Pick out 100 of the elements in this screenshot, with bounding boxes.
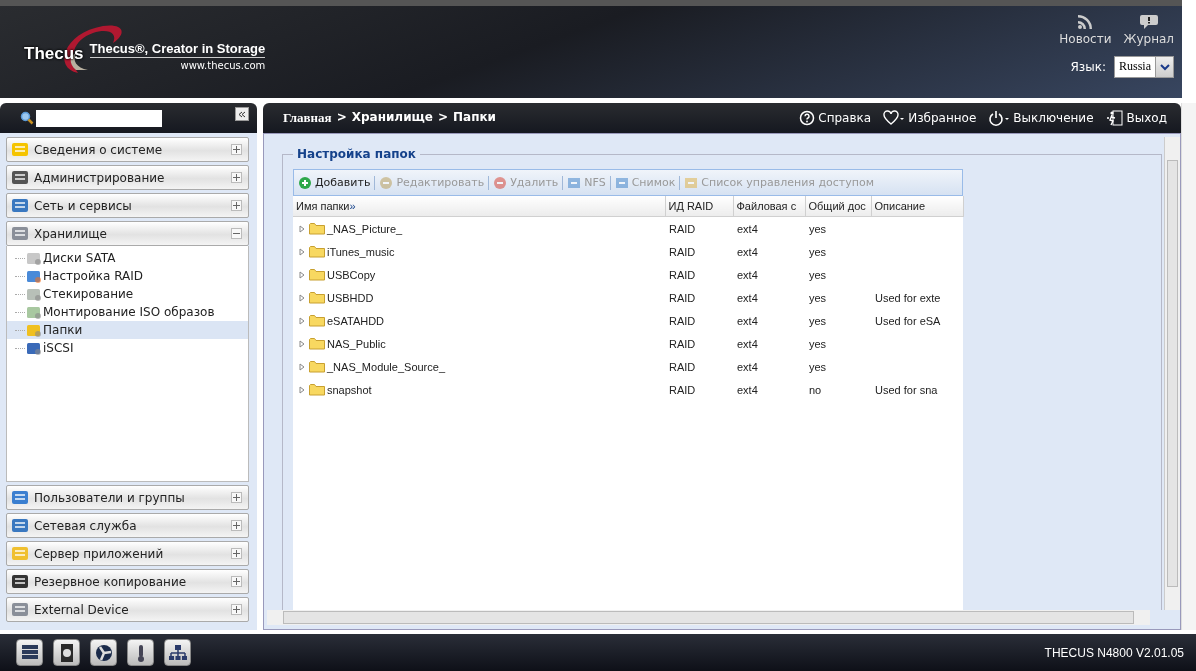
table-cell-text: ext4 <box>736 290 759 306</box>
status-button[interactable] <box>16 639 43 666</box>
fan-icon <box>93 642 114 663</box>
toolbar-icon <box>298 175 314 190</box>
folder-icon <box>309 360 325 373</box>
breadcrumb-separator: > <box>437 110 449 126</box>
folder-name-cell[interactable]: NAS_Public <box>293 332 665 355</box>
table-cell-text: RAID <box>668 382 697 398</box>
folder-name-cell[interactable]: USBCopy <box>293 263 665 286</box>
sidebar-section[interactable]: Резервное копирование <box>6 569 249 594</box>
toolbar-button[interactable]: Добавить <box>298 175 371 190</box>
expand-arrow-icon <box>299 271 305 279</box>
section-icon <box>11 488 31 507</box>
power-icon <box>988 110 1011 126</box>
sidebar-section[interactable]: Сеть и сервисы <box>6 193 249 218</box>
table-cell-text: no <box>808 382 823 398</box>
tree-item[interactable]: Монтирование ISO образов <box>7 303 248 321</box>
search-field[interactable] <box>36 109 162 127</box>
table-cell-text: RAID <box>668 359 697 375</box>
rss-icon <box>1077 14 1094 30</box>
tree-item[interactable]: Настройка RAID <box>7 267 248 285</box>
folder-icon <box>309 314 325 327</box>
search-icon <box>20 111 34 125</box>
table-cell-text: RAID <box>668 336 697 352</box>
sidebar-section[interactable]: External Device <box>6 597 249 622</box>
table-cell-text: ext4 <box>736 267 759 283</box>
table-cell: yes <box>805 216 871 240</box>
folder-name-cell[interactable]: eSATAHDD <box>293 309 665 332</box>
table-cell-text: ext4 <box>736 244 759 260</box>
sidebar-section[interactable]: Сетевая служба <box>6 513 249 538</box>
toolbar-icon <box>614 175 631 190</box>
status-button[interactable] <box>164 639 191 666</box>
tree-item-icon <box>26 268 42 284</box>
vertical-scrollbar[interactable] <box>1164 137 1180 610</box>
tree-item[interactable]: Стекирование <box>7 285 248 303</box>
exit-icon <box>1105 110 1124 126</box>
folder-name-cell[interactable]: iTunes_music <box>293 240 665 263</box>
table-cell-text: RAID <box>668 290 697 306</box>
status-button[interactable] <box>90 639 117 666</box>
folder-name-cell[interactable]: _NAS_Module_Source_ <box>293 355 665 378</box>
sidebar-section[interactable]: Хранилище <box>6 221 249 246</box>
folder-icon <box>309 222 325 235</box>
version-text: THECUS N4800 V2.01.05 <box>1044 645 1184 660</box>
table-cell-text: yes <box>808 359 828 375</box>
tree-item[interactable]: Папки <box>7 321 248 339</box>
table-cell-text: Used for eSA <box>874 313 942 329</box>
sidebar-section[interactable]: Администрирование <box>6 165 249 190</box>
breadcrumb-link[interactable]: Папки <box>453 110 496 126</box>
help-icon <box>799 110 816 126</box>
nav-link[interactable]: Выход <box>1105 110 1167 126</box>
status-button[interactable] <box>53 639 80 666</box>
tree-item[interactable]: iSCSI <box>7 339 248 357</box>
table-cell-text: RAID <box>668 313 697 329</box>
folder-icon <box>309 383 325 396</box>
table-cell-text: Used for exte <box>874 290 942 306</box>
expand-arrow-icon <box>299 248 305 256</box>
column-header[interactable]: Описание <box>871 196 963 217</box>
section-icon <box>11 168 31 187</box>
header-link[interactable]: Журнал <box>1123 14 1174 46</box>
horizontal-scrollbar[interactable] <box>267 610 1150 625</box>
breadcrumb-link[interactable]: Главная <box>283 110 332 126</box>
tree-item-icon <box>26 304 42 320</box>
website-url: www.thecus.com <box>180 60 266 71</box>
panel-title: Настройка папок <box>296 147 417 161</box>
collapse-button[interactable] <box>235 107 249 121</box>
sidebar-section[interactable]: Пользователи и группы <box>6 485 249 510</box>
table-cell-text: yes <box>808 290 828 306</box>
table-cell-text: ext4 <box>736 359 759 375</box>
sidebar-section[interactable]: Сервер приложений <box>6 541 249 566</box>
page-scrollbar[interactable] <box>1181 103 1196 630</box>
nav-link[interactable]: Выключение <box>988 110 1094 126</box>
folder-icon <box>309 337 325 350</box>
folder-icon <box>309 291 325 304</box>
section-icon <box>11 572 31 591</box>
table-cell-text: yes <box>808 267 828 283</box>
section-icon <box>11 516 31 535</box>
column-header[interactable]: Имя папки» <box>293 196 665 217</box>
folder-name-cell[interactable]: USBHDD <box>293 286 665 309</box>
folder-name-cell[interactable]: _NAS_Picture_ <box>293 216 665 240</box>
language-select[interactable]: Russia <box>1114 56 1174 78</box>
folder-name-cell[interactable]: snapshot <box>293 378 665 401</box>
column-header[interactable]: Общий дос <box>805 196 871 217</box>
section-icon <box>11 544 31 563</box>
table-cell: ext4 <box>733 216 805 240</box>
status-button[interactable] <box>127 639 154 666</box>
header-link[interactable]: Новости <box>1059 14 1112 46</box>
column-header[interactable]: ИД RAID <box>665 196 733 217</box>
table-cell-text: yes <box>808 336 828 352</box>
column-header[interactable]: Файловая с <box>733 196 805 217</box>
table-cell: RAID <box>665 216 733 240</box>
nav-link[interactable]: Избранное <box>883 110 977 126</box>
sidebar-section[interactable]: Сведения о системе <box>6 137 249 162</box>
table-cell-text: RAID <box>668 244 697 260</box>
tree-item-icon <box>26 322 42 338</box>
nav-link[interactable]: Справка <box>799 110 872 126</box>
tree-item-icon <box>26 340 42 356</box>
table-cell-text: ext4 <box>736 336 759 352</box>
breadcrumb-link[interactable]: Хранилище <box>351 110 433 126</box>
tree-item[interactable]: Диски SATA <box>7 249 248 267</box>
table-cell-text: ext4 <box>736 313 759 329</box>
